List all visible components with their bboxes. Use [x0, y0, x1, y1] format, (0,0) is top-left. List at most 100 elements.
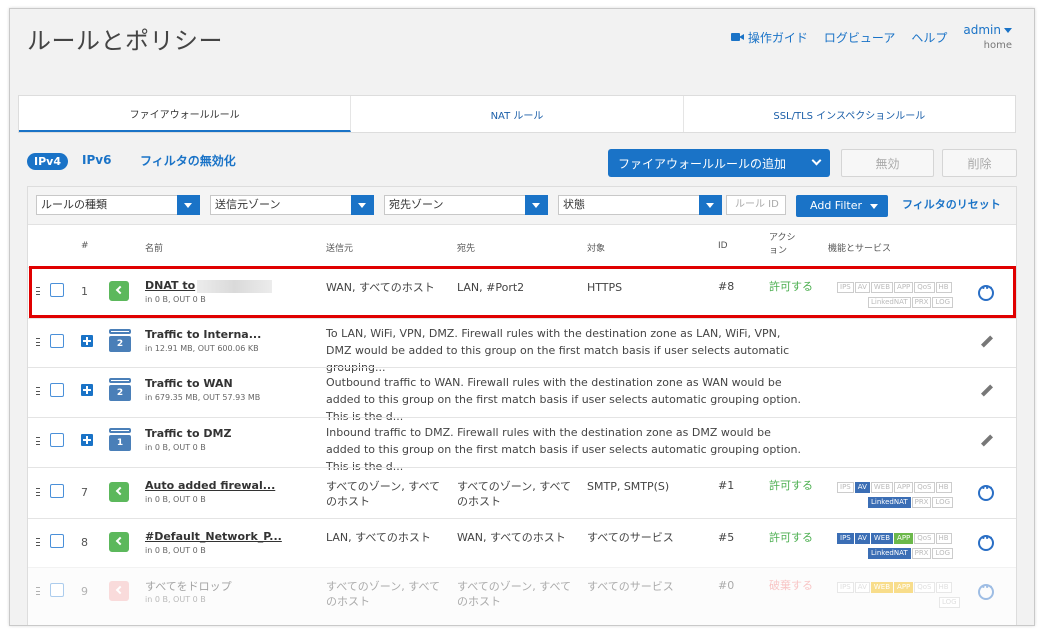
tab-firewall-rules[interactable]: ファイアウォールルール: [19, 96, 352, 132]
drag-handle-icon[interactable]: [36, 488, 40, 496]
table-row[interactable]: 1 DNAT to in 0 B, OUT 0 B WAN, すべてのホスト L…: [28, 267, 1016, 317]
drag-handle-icon[interactable]: [36, 538, 40, 546]
drag-handle-icon[interactable]: [36, 587, 40, 595]
rule-group-icon: 1: [109, 428, 131, 452]
reset-filter-link[interactable]: フィルタのリセット: [902, 196, 1001, 212]
rule-action: 許可する: [769, 280, 813, 293]
add-firewall-rule-button[interactable]: ファイアウォールルールの追加: [608, 149, 830, 177]
tab-ssl-tls-rules[interactable]: SSL/TLS インスペクションルール: [684, 96, 1015, 132]
table-row[interactable]: 2 Traffic to WAN in 679.35 MB, OUT 57.93…: [28, 367, 1016, 423]
rule-id-input[interactable]: ルール ID: [726, 195, 786, 215]
dest-zone-select[interactable]: 宛先ゾーン: [384, 195, 548, 215]
rule-tabs: ファイアウォールルール NAT ルール SSL/TLS インスペクションルール: [18, 95, 1016, 133]
col-num: #: [81, 241, 89, 251]
rules-panel: ルールの種類 送信元ゾーン 宛先ゾーン 状態 ルール ID Add Filter…: [27, 186, 1017, 625]
rule-traffic: in 0 B, OUT 0 B: [145, 495, 206, 504]
edit-pencil-icon[interactable]: [980, 434, 994, 448]
table-row[interactable]: 2 Traffic to Interna... in 12.91 MB, OUT…: [28, 318, 1016, 374]
group-traffic: in 0 B, OUT 0 B: [145, 443, 206, 452]
ips-badge: IPS: [837, 533, 854, 544]
tab-nat-rules[interactable]: NAT ルール: [351, 96, 684, 132]
table-row[interactable]: 9 すべてをドロップ in 0 B, OUT 0 B すべてのゾーン, すべての…: [28, 567, 1016, 625]
rule-name-link[interactable]: DNAT to: [145, 279, 273, 293]
expand-plus-icon[interactable]: [81, 434, 93, 446]
log-badge: LOG: [932, 297, 954, 308]
delete-button[interactable]: 削除: [942, 149, 1017, 177]
guide-link[interactable]: 操作ガイド: [730, 29, 808, 46]
state-select[interactable]: 状態: [558, 195, 722, 215]
filter-bar: ルールの種類 送信元ゾーン 宛先ゾーン 状態 ルール ID Add Filter…: [28, 187, 1016, 225]
allow-rule-icon: [109, 281, 129, 301]
ipv4-toggle[interactable]: IPv4: [27, 153, 68, 170]
rule-action: 破棄する: [769, 579, 813, 592]
source-zone-select[interactable]: 送信元ゾーン: [210, 195, 374, 215]
rule-type-select[interactable]: ルールの種類: [36, 195, 200, 215]
rule-action: 許可する: [769, 479, 813, 492]
username: admin: [963, 23, 1001, 37]
chevron-down-icon: [1004, 28, 1012, 33]
row-checkbox[interactable]: [50, 383, 64, 397]
dropdown-arrow-icon: [351, 195, 374, 215]
drag-handle-icon[interactable]: [36, 437, 40, 445]
rule-destination: WAN, すべてのホスト: [457, 531, 566, 544]
disable-filter-link[interactable]: フィルタの無効化: [140, 152, 236, 169]
rule-target: HTTPS: [587, 281, 623, 294]
prx-badge: PRX: [911, 297, 932, 308]
expand-plus-icon[interactable]: [81, 384, 93, 396]
edit-pencil-icon[interactable]: [980, 384, 994, 398]
row-checkbox[interactable]: [50, 433, 64, 447]
group-name[interactable]: Traffic to Interna...: [145, 328, 261, 341]
drag-handle-icon[interactable]: [36, 387, 40, 395]
rule-name[interactable]: すべてをドロップ: [145, 578, 232, 594]
table-row[interactable]: 1 Traffic to DMZ in 0 B, OUT 0 B Inbound…: [28, 417, 1016, 473]
drag-handle-icon[interactable]: [36, 338, 40, 346]
group-count: 2: [109, 385, 131, 401]
app-badge: APP: [894, 582, 914, 593]
rule-id: #5: [718, 531, 735, 544]
qos-badge: QoS: [914, 582, 935, 593]
expand-plus-icon[interactable]: [81, 335, 93, 347]
more-options-icon[interactable]: [978, 284, 994, 301]
more-options-icon[interactable]: [978, 534, 994, 551]
col-target: 対象: [587, 244, 606, 254]
ipv6-toggle[interactable]: IPv6: [82, 153, 111, 167]
dropdown-arrow-icon: [177, 195, 200, 215]
row-checkbox[interactable]: [50, 534, 64, 548]
guide-label: 操作ガイド: [747, 30, 808, 45]
rule-target: すべてのサービス: [587, 580, 674, 593]
group-name[interactable]: Traffic to WAN: [145, 377, 233, 390]
log-viewer-link[interactable]: ログビューア: [824, 29, 896, 46]
av-badge: AV: [854, 282, 870, 293]
row-checkbox[interactable]: [50, 283, 64, 297]
rule-source: すべてのゾーン, すべてのホスト: [326, 480, 441, 508]
col-action-line1: アクシ: [769, 233, 796, 243]
row-checkbox[interactable]: [50, 583, 64, 597]
dest-zone-value: 宛先ゾーン: [389, 198, 444, 211]
table-row[interactable]: 8 #Default_Network_P... in 0 B, OUT 0 B …: [28, 518, 1016, 566]
user-menu[interactable]: admin home: [963, 23, 1012, 51]
add-filter-button[interactable]: Add Filter: [796, 195, 888, 217]
more-options-icon[interactable]: [978, 484, 994, 501]
group-count: 1: [109, 435, 131, 451]
rule-group-icon: 2: [109, 378, 131, 402]
rule-traffic: in 0 B, OUT 0 B: [145, 295, 206, 304]
linkednat-badge: LinkedNAT: [868, 497, 911, 508]
drop-rule-icon: [109, 581, 129, 601]
row-checkbox[interactable]: [50, 334, 64, 348]
col-source: 送信元: [326, 244, 354, 254]
more-options-icon[interactable]: [978, 583, 994, 600]
edit-pencil-icon[interactable]: [980, 335, 994, 349]
rule-destination: LAN, #Port2: [457, 281, 525, 294]
disable-button[interactable]: 無効: [841, 149, 934, 177]
help-link[interactable]: ヘルプ: [911, 29, 947, 46]
video-camera-icon: [730, 32, 744, 42]
table-row[interactable]: 7 Auto added firewal... in 0 B, OUT 0 B …: [28, 467, 1016, 517]
top-nav: 操作ガイド ログビューア ヘルプ admin home: [715, 23, 1012, 51]
rule-name-text: DNAT to: [145, 279, 196, 292]
group-name[interactable]: Traffic to DMZ: [145, 427, 231, 440]
drag-handle-icon[interactable]: [36, 287, 40, 295]
rule-name-link[interactable]: Auto added firewal...: [145, 479, 275, 492]
row-checkbox[interactable]: [50, 484, 64, 498]
ips-badge: IPS: [837, 282, 854, 293]
rule-name-link[interactable]: #Default_Network_P...: [145, 530, 282, 543]
